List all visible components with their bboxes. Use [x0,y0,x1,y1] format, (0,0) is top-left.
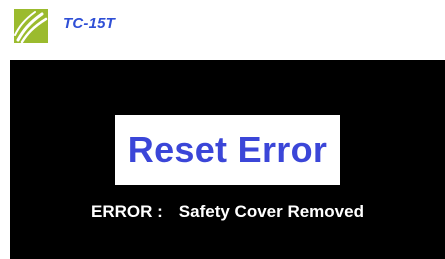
app-window: TC-15T Reset Error ERROR : Safety Cover … [0,0,445,259]
header: TC-15T [0,0,445,60]
leaf-swoosh-icon [14,9,48,43]
error-message: Safety Cover Removed [178,202,364,221]
reset-error-button[interactable]: Reset Error [115,115,340,185]
error-label: ERROR : [91,202,163,221]
error-screen: Reset Error ERROR : Safety Cover Removed [10,60,445,259]
error-message-line: ERROR : Safety Cover Removed [10,200,445,224]
app-title: TC-15T [63,15,116,32]
logo [14,9,48,43]
